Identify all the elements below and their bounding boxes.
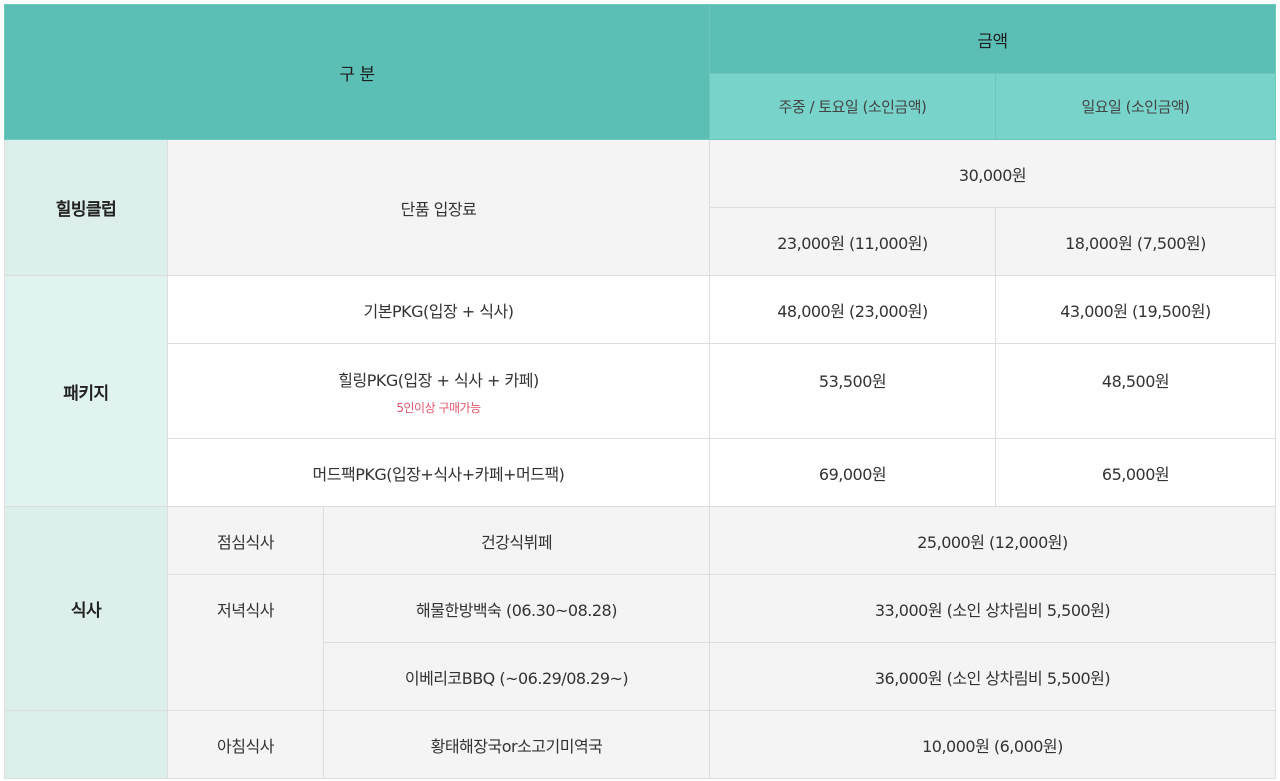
meal-menu-dinner: 해물한방백숙 (06.30~08.28)	[323, 574, 710, 643]
package-price-weekday: 48,000원 (23,000원)	[709, 275, 996, 344]
package-price-sunday: 43,000원 (19,500원)	[995, 275, 1276, 344]
package-price-weekday: 53,500원	[709, 343, 996, 439]
price-single-entry-sunday: 18,000원 (7,500원)	[995, 207, 1276, 276]
package-price-sunday: 48,500원	[995, 343, 1276, 439]
header-category: 구 분	[4, 4, 710, 140]
package-cell-healing: 힐링PKG(입장 + 식사 + 카페) 5인이상 구매가능	[167, 343, 710, 439]
price-table: 구 분 금액 주중 / 토요일 (소인금액) 일요일 (소인금액) 힐빙클럽 단…	[4, 4, 1276, 779]
package-price-weekday: 69,000원	[709, 438, 996, 507]
meal-price-lunch: 25,000원 (12,000원)	[709, 506, 1276, 575]
meal-type-dinner: 저녁식사	[167, 574, 324, 711]
meal-price-breakfast: 10,000원 (6,000원)	[709, 710, 1276, 779]
meal-type-breakfast: 아침식사	[167, 710, 324, 779]
category-meal-continued	[4, 710, 168, 779]
package-name: 기본PKG(입장 + 식사)	[167, 275, 710, 344]
header-amount: 금액	[709, 4, 1276, 74]
header-weekday: 주중 / 토요일 (소인금액)	[709, 73, 996, 140]
meal-price-bbq: 36,000원 (소인 상차림비 5,500원)	[709, 642, 1276, 711]
price-single-entry-weekday: 23,000원 (11,000원)	[709, 207, 996, 276]
header-sunday: 일요일 (소인금액)	[995, 73, 1276, 140]
category-healing-club: 힐빙클럽	[4, 139, 168, 276]
category-package: 패키지	[4, 275, 168, 507]
meal-price-dinner: 33,000원 (소인 상차림비 5,500원)	[709, 574, 1276, 643]
category-meal: 식사	[4, 506, 168, 711]
meal-menu-lunch: 건강식뷔페	[323, 506, 710, 575]
price-table-container: 구 분 금액 주중 / 토요일 (소인금액) 일요일 (소인금액) 힐빙클럽 단…	[4, 4, 1276, 779]
meal-menu-bbq: 이베리코BBQ (~06.29/08.29~)	[323, 642, 710, 711]
package-name: 머드팩PKG(입장+식사+카페+머드팩)	[167, 438, 710, 507]
package-purchase-note: 5인이상 구매가능	[396, 400, 481, 415]
package-price-sunday: 65,000원	[995, 438, 1276, 507]
item-single-entry: 단품 입장료	[167, 139, 710, 276]
meal-type-lunch: 점심식사	[167, 506, 324, 575]
price-single-entry-common: 30,000원	[709, 139, 1276, 208]
package-name: 힐링PKG(입장 + 식사 + 카페)	[338, 370, 539, 390]
meal-menu-breakfast: 황태해장국or소고기미역국	[323, 710, 710, 779]
